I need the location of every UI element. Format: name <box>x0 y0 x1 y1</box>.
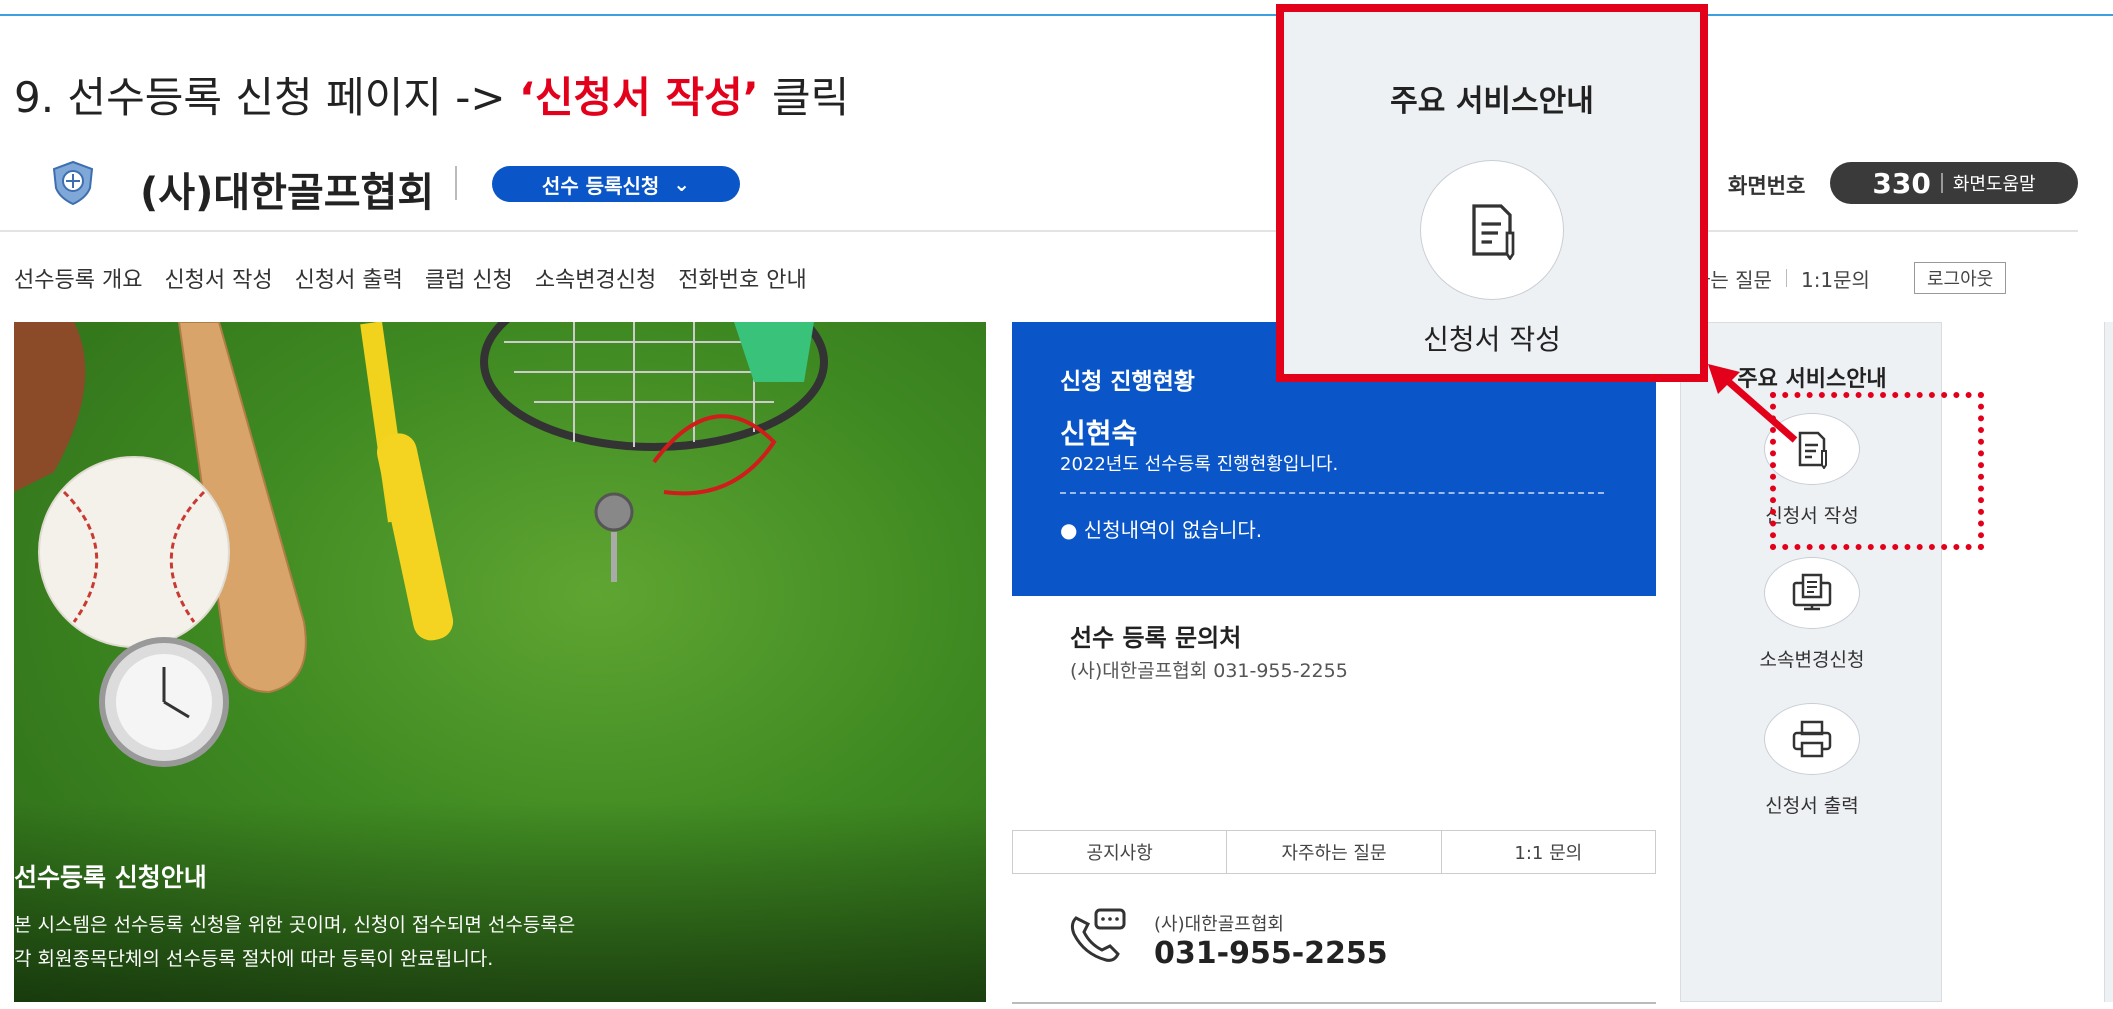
service-affiliation-label[interactable]: 소속변경신청 <box>1681 645 1943 672</box>
service-print-button[interactable] <box>1764 703 1860 775</box>
nav-item-affiliation-change[interactable]: 소속변경신청 <box>535 262 656 294</box>
hero-title: 선수등록 신청안내 <box>14 863 207 892</box>
logout-button[interactable]: 로그아웃 <box>1913 262 2007 294</box>
phone-number: 031-955-2255 <box>1154 936 1388 971</box>
nav-item-phone-guide[interactable]: 전화번호 안내 <box>678 262 806 294</box>
zoom-write-label[interactable]: 신청서 작성 <box>1284 318 1700 358</box>
instruction-text: 9. 선수등록 신청 페이지 -> ‘신청서 작성’ 클릭 <box>14 64 849 125</box>
tab-notice[interactable]: 공지사항 <box>1013 831 1228 873</box>
status-title: 신청 진행현황 <box>1060 369 1195 395</box>
service-print-label[interactable]: 신청서 출력 <box>1681 791 1943 818</box>
nav-item-overview[interactable]: 선수등록 개요 <box>14 262 142 294</box>
instruction-prefix: 9. 선수등록 신청 페이지 -> <box>14 73 506 122</box>
zoom-title: 주요 서비스안내 <box>1390 84 1594 119</box>
phone-organization: (사)대한골프협회 <box>1154 914 1284 935</box>
screen-number-label: 화면번호 <box>1728 174 1806 198</box>
inquiry-link[interactable]: 1:1문의 <box>1801 264 1870 293</box>
screen-help-link[interactable]: 화면도움말 <box>1953 170 2036 196</box>
menu-pill-button[interactable]: 선수 등록신청 ⌄ <box>492 166 740 202</box>
inquiry-contact: (사)대한골프협회 031-955-2255 <box>1070 660 1348 682</box>
menu-pill-label: 선수 등록신청 <box>541 173 660 198</box>
tab-inquiry[interactable]: 1:1 문의 <box>1442 831 1655 873</box>
hero-banner: 선수등록 신청안내 본 시스템은 선수등록 신청을 위한 곳이며, 신청이 접수… <box>14 322 986 1002</box>
service-affiliation-button[interactable] <box>1764 557 1860 629</box>
nav-item-print-application[interactable]: 신청서 출력 <box>295 262 403 294</box>
status-divider <box>1060 492 1604 494</box>
document-pen-icon <box>1472 204 1515 260</box>
phone-chat-icon <box>1070 908 1126 962</box>
status-empty-message: ● 신청내역이 없습니다. <box>1060 518 1263 542</box>
hero-description-line: 본 시스템은 선수등록 신청을 위한 곳이며, 신청이 접수되면 선수등록은 <box>14 914 576 936</box>
next-panel-edge <box>2104 322 2113 1002</box>
screen-number-divider <box>1940 173 1943 193</box>
printer-icon <box>1792 720 1832 758</box>
brand-divider <box>455 166 457 200</box>
utility-links: 하는 질문 1:1문의 로그아웃 <box>1692 262 2007 294</box>
zoom-callout: 주요 서비스안내 신청서 작성 <box>1276 4 1708 382</box>
nav-item-write-application[interactable]: 신청서 작성 <box>164 262 272 294</box>
nav-item-club-application[interactable]: 클럽 신청 <box>425 262 513 294</box>
brand-name[interactable]: (사)대한골프협회 <box>140 160 434 218</box>
pointer-arrow-icon <box>1708 364 1798 443</box>
screen-number-badge[interactable]: 330 화면도움말 <box>1830 162 2078 204</box>
hero-description-line: 각 회원종목단체의 선수등록 절차에 따라 등록이 완료됩니다. <box>14 948 494 970</box>
status-subtitle: 2022년도 선수등록 진행현황입니다. <box>1060 454 1339 475</box>
inquiry-title: 선수 등록 문의처 <box>1070 624 1242 652</box>
nav-divider <box>0 230 2078 232</box>
screen-number: 330 <box>1872 166 1931 200</box>
content-bottom-rule <box>1012 1002 1656 1004</box>
chevron-down-icon: ⌄ <box>673 172 691 196</box>
instruction-suffix: 클릭 <box>772 73 850 122</box>
main-nav: 선수등록 개요 신청서 작성 신청서 출력 클럽 신청 소속변경신청 전화번호 … <box>14 262 807 294</box>
association-logo-icon <box>52 160 94 206</box>
top-rule <box>0 14 2113 16</box>
applicant-name: 신현숙 <box>1060 417 1138 450</box>
monitor-document-icon <box>1792 573 1832 611</box>
hero-description: 본 시스템은 선수등록 신청을 위한 곳이며, 신청이 접수되면 선수등록은 각… <box>14 908 575 976</box>
utility-divider <box>1785 269 1787 287</box>
board-tabs: 공지사항 자주하는 질문 1:1 문의 <box>1012 830 1656 874</box>
instruction-highlight: ‘신청서 작성’ <box>518 73 759 122</box>
tab-faq[interactable]: 자주하는 질문 <box>1227 831 1442 873</box>
zoom-write-button[interactable] <box>1420 160 1564 300</box>
